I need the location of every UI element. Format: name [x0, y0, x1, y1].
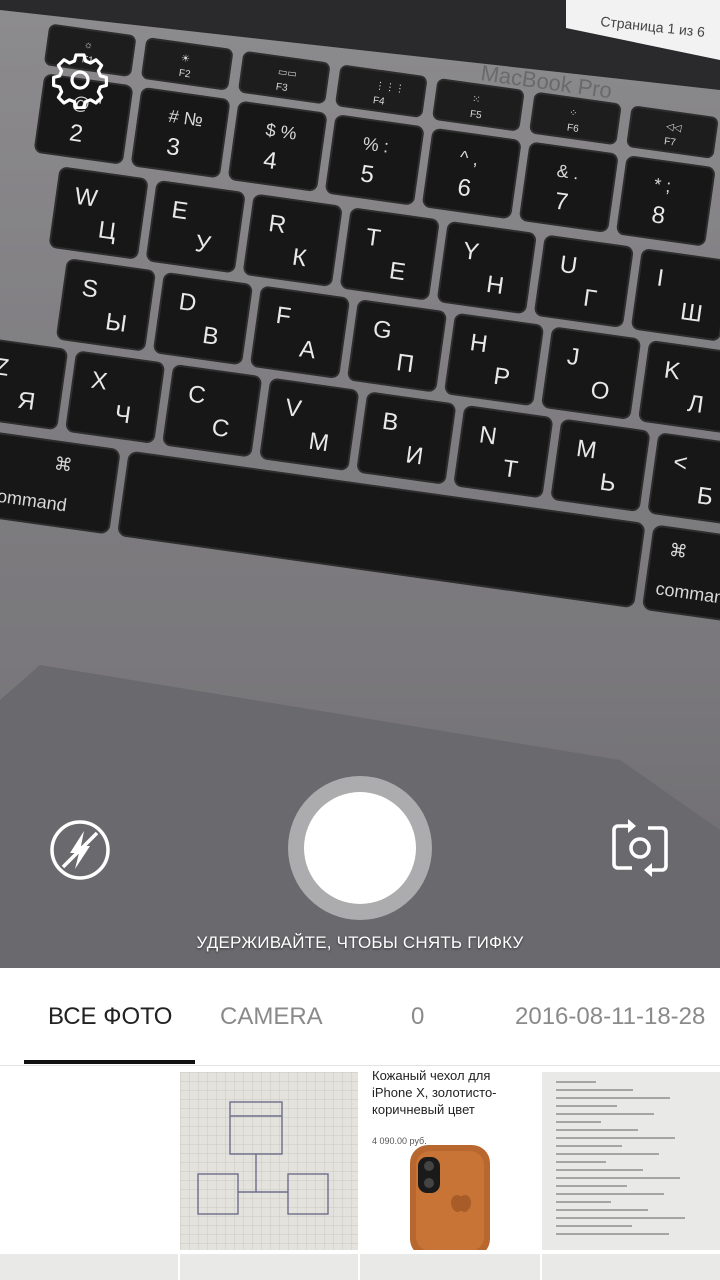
key-m: [551, 419, 650, 512]
key-y: [437, 221, 537, 314]
key-i: [631, 249, 720, 341]
key-cyr-v: М: [307, 428, 331, 458]
key-j: [541, 327, 641, 419]
camera-viewfinder[interactable]: Страница 1 из 6 MacBook Pro ☼ F1 ☀ F2 ▭▭ F3 ⋮⋮…: [0, 0, 720, 968]
tab-camera[interactable]: CAMERA: [220, 968, 323, 1065]
key-top-4: $ %: [264, 120, 298, 144]
key-top-5: % :: [362, 133, 391, 156]
gear-icon: [52, 53, 108, 109]
key-v: [260, 378, 359, 471]
key-digit-4: [228, 101, 327, 192]
key-label-f2: F2: [178, 68, 192, 81]
key-digit-6: [422, 128, 521, 219]
gallery-thumb-product[interactable]: Кожаный чехол для iPhone X, золотисто-ко…: [360, 1067, 540, 1250]
key-command-symbol-left: ⌘: [53, 453, 74, 475]
key-label-f4: F4: [372, 95, 386, 108]
key-r: [243, 194, 342, 287]
key-cyr-j: О: [589, 376, 611, 405]
switch-camera-icon: [612, 819, 668, 877]
key-lat-g: G: [371, 315, 393, 344]
key-u: [534, 235, 634, 328]
key-s: [56, 259, 156, 351]
key-top-7: & .: [556, 161, 581, 184]
phone-case-image: [410, 1145, 490, 1250]
key-label-f7: F7: [663, 136, 677, 149]
key-label-f5: F5: [469, 109, 483, 122]
key-h: [444, 313, 544, 406]
key-symbol-f6: ⁘: [568, 108, 578, 120]
key-e: [146, 180, 245, 273]
flash-off-icon: [50, 820, 110, 880]
key-n: [454, 405, 553, 498]
key-top-8: * ;: [653, 174, 673, 196]
key-<: [648, 433, 720, 525]
photo-gallery-grid: Кожаный чехол для iPhone X, золотисто-ко…: [0, 1067, 720, 1280]
tab-all-photos[interactable]: ВСЕ ФОТО: [48, 968, 172, 1065]
key-lat-m: M: [575, 435, 599, 465]
key-digit-7: [519, 142, 618, 233]
shutter-button[interactable]: [304, 792, 416, 904]
settings-button[interactable]: [48, 48, 112, 112]
key-digit-5: [325, 115, 424, 205]
key-label-f6: F6: [566, 122, 580, 135]
album-tabs: ВСЕ ФОТО CAMERA 0 2016-08-11-18-28: [0, 968, 720, 1066]
tab-album-0[interactable]: 0: [411, 968, 424, 1065]
gallery-thumb-document[interactable]: [542, 1072, 720, 1250]
key-cyr-i: Ш: [679, 298, 705, 328]
switch-camera-button[interactable]: [606, 814, 674, 882]
key-command-symbol-right: ⌘: [668, 540, 689, 562]
active-tab-indicator: [24, 1060, 195, 1064]
key-x: [65, 351, 165, 443]
key-t: [340, 208, 439, 300]
gallery-thumb-row2-2[interactable]: [180, 1254, 358, 1280]
gallery-thumb-row2-1[interactable]: [0, 1254, 178, 1280]
tab-album-2016-08-11[interactable]: 2016-08-11-18-28: [515, 968, 705, 1065]
key-k: [638, 340, 720, 433]
flash-toggle-button[interactable]: [48, 818, 112, 882]
gallery-thumb-empty[interactable]: [0, 1072, 178, 1250]
key-lat-w: W: [73, 183, 100, 213]
notebook-sketch-image: [180, 1072, 358, 1250]
key-d: [153, 272, 253, 365]
key-f: [250, 286, 350, 379]
key-cyr-s: Ы: [104, 308, 129, 338]
key-z: [0, 337, 68, 430]
gallery-thumb-sketch[interactable]: [180, 1072, 358, 1250]
key-w: [49, 167, 148, 259]
key-digit-3: [131, 87, 230, 178]
gallery-thumb-row2-4[interactable]: [542, 1254, 720, 1280]
key-digit-8: [616, 156, 715, 246]
gallery-thumb-row2-3[interactable]: [360, 1254, 540, 1280]
hold-to-gif-hint: УДЕРЖИВАЙТЕ, ЧТОБЫ СНЯТЬ ГИФКУ: [196, 933, 524, 952]
key-symbol-f5: ⁙: [471, 94, 481, 106]
key-label-f3: F3: [275, 82, 289, 95]
shutter-ring: [288, 776, 432, 920]
key-top-6: ^ ,: [459, 147, 480, 169]
key-symbol-f2: ☀: [180, 53, 190, 65]
key-g: [347, 300, 447, 392]
document-photo-image: [556, 1081, 685, 1235]
key-c: [162, 364, 262, 457]
key-b: [357, 392, 456, 484]
key-symbol-f7: ◁◁: [665, 121, 682, 134]
